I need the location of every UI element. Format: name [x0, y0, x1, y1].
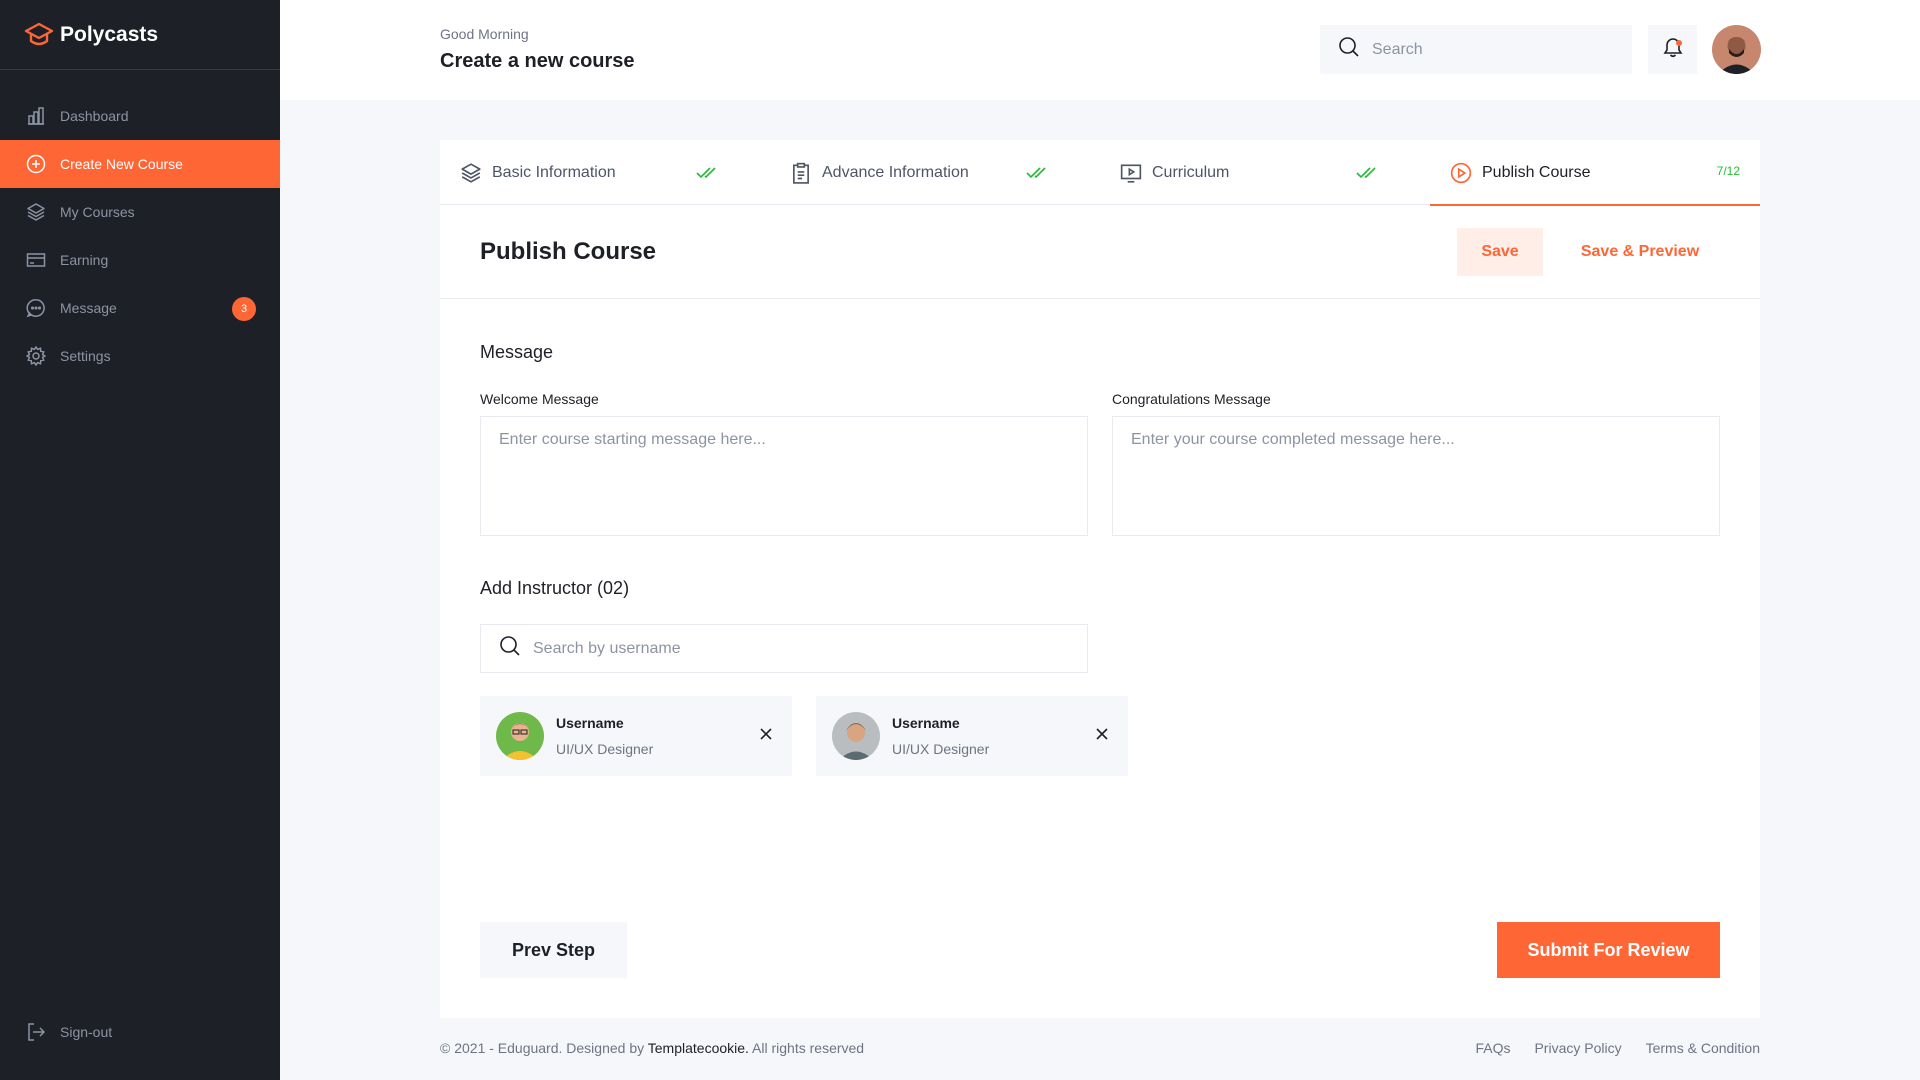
stack-icon — [25, 201, 47, 223]
sidebar-item-label: Settings — [60, 348, 111, 364]
message-section-title: Message — [480, 342, 554, 362]
wizard-tabs: Basic Information Advance Information Cu… — [440, 140, 1760, 206]
chat-icon — [25, 297, 47, 319]
sidebar-item-label: Dashboard — [60, 108, 129, 124]
sidebar-item-label: My Courses — [60, 204, 135, 220]
save-preview-button[interactable]: Save & Preview — [1560, 228, 1720, 276]
page-title: Create a new course — [440, 50, 635, 72]
save-button[interactable]: Save — [1457, 228, 1543, 276]
top-header: Good Morning Create a new course — [280, 0, 1920, 100]
instructor-card: Username UI/UX Designer — [816, 696, 1128, 776]
tab-advance-information[interactable]: Advance Information — [770, 140, 1100, 205]
welcome-message-label: Welcome Message — [480, 391, 599, 407]
tab-label: Publish Course — [1482, 163, 1591, 181]
sidebar-item-earning[interactable]: Earning — [0, 236, 280, 284]
instructor-search-input[interactable] — [533, 639, 1053, 658]
privacy-policy-link[interactable]: Privacy Policy — [1534, 1040, 1621, 1056]
clipboard-icon — [790, 162, 812, 184]
sidebar-item-settings[interactable]: Settings — [0, 332, 280, 380]
close-icon — [1095, 727, 1109, 746]
message-count-badge: 3 — [232, 297, 256, 321]
sidebar-item-my-courses[interactable]: My Courses — [0, 188, 280, 236]
congratulations-message-field[interactable] — [1112, 416, 1720, 536]
gear-icon — [25, 345, 47, 367]
graduation-cap-icon — [24, 20, 54, 50]
tab-label: Basic Information — [492, 163, 616, 181]
sign-out-button[interactable]: Sign-out — [0, 1008, 280, 1056]
sidebar-nav: Dashboard Create New Course My Courses E… — [0, 92, 280, 380]
tab-publish-course[interactable]: Publish Course 7/12 — [1430, 140, 1760, 206]
close-icon — [759, 727, 773, 746]
global-search[interactable] — [1320, 25, 1632, 74]
avatar[interactable] — [1712, 25, 1761, 74]
sidebar-item-dashboard[interactable]: Dashboard — [0, 92, 280, 140]
sidebar-item-label: Earning — [60, 252, 109, 268]
checks-icon — [1356, 164, 1380, 185]
instructor-name: Username — [892, 715, 960, 731]
sign-out-icon — [25, 1021, 47, 1043]
course-wizard-card: Basic Information Advance Information Cu… — [440, 140, 1760, 1018]
faqs-link[interactable]: FAQs — [1475, 1040, 1510, 1056]
search-icon — [1338, 36, 1360, 63]
tab-basic-information[interactable]: Basic Information — [440, 140, 770, 205]
instructor-role: UI/UX Designer — [892, 741, 990, 757]
search-input[interactable] — [1372, 40, 1612, 59]
sidebar-item-message[interactable]: Message 3 — [0, 284, 280, 332]
brand-name: Polycasts — [60, 22, 159, 46]
credit-card-icon — [25, 249, 47, 271]
sidebar-item-create-new-course[interactable]: Create New Course — [0, 140, 280, 188]
sidebar-item-label: Message — [60, 300, 117, 316]
sidebar: Polycasts Dashboard Create New Course My… — [0, 0, 280, 1080]
instructor-avatar — [832, 712, 880, 760]
terms-link[interactable]: Terms & Condition — [1646, 1040, 1760, 1056]
remove-instructor-button[interactable] — [754, 724, 778, 748]
designer-link[interactable]: Templatecookie. — [648, 1040, 749, 1056]
sign-out-label: Sign-out — [60, 1024, 113, 1040]
checks-icon — [1026, 164, 1050, 185]
prev-step-button[interactable]: Prev Step — [480, 922, 627, 978]
brand[interactable]: Polycasts — [0, 0, 280, 70]
instructor-avatar — [496, 712, 544, 760]
remove-instructor-button[interactable] — [1090, 724, 1114, 748]
monitor-play-icon — [1120, 162, 1142, 184]
section-header: Publish Course Save Save & Preview — [440, 205, 1760, 299]
footer-links: FAQs Privacy Policy Terms & Condition — [1475, 1040, 1760, 1056]
copyright-prefix: © 2021 - Eduguard. Designed by — [440, 1040, 648, 1056]
copyright-suffix: All rights reserved — [748, 1040, 865, 1056]
notification-dot — [1676, 40, 1682, 46]
submit-for-review-button[interactable]: Submit For Review — [1497, 922, 1720, 978]
step-progress: 7/12 — [1716, 164, 1740, 178]
tab-label: Advance Information — [822, 163, 969, 181]
bar-chart-icon — [25, 105, 47, 127]
search-icon — [499, 635, 521, 662]
welcome-message-field[interactable] — [480, 416, 1088, 536]
instructor-name: Username — [556, 715, 624, 731]
tab-curriculum[interactable]: Curriculum — [1100, 140, 1430, 205]
congratulations-message-label: Congratulations Message — [1112, 391, 1271, 407]
instructor-search[interactable] — [480, 624, 1088, 673]
add-instructor-title: Add Instructor (02) — [480, 578, 630, 598]
checks-icon — [696, 164, 720, 185]
tab-label: Curriculum — [1152, 163, 1230, 181]
sidebar-item-label: Create New Course — [60, 156, 183, 172]
instructor-card: Username UI/UX Designer — [480, 696, 792, 776]
section-title: Publish Course — [480, 238, 657, 265]
stack-icon — [460, 162, 482, 184]
greeting: Good Morning — [440, 26, 529, 42]
notifications-button[interactable] — [1648, 25, 1697, 74]
play-circle-icon — [1450, 162, 1472, 184]
footer: © 2021 - Eduguard. Designed by Templatec… — [440, 1040, 1760, 1056]
plus-circle-icon — [25, 153, 47, 175]
instructor-role: UI/UX Designer — [556, 741, 654, 757]
